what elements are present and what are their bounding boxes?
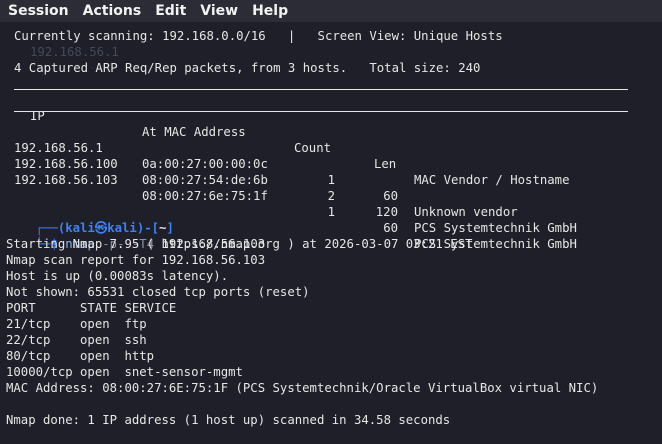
output-line: Host is up (0.00083s latency). (6, 269, 229, 283)
menu-view[interactable]: View (200, 3, 238, 19)
table-row: 192.168.56.1 0a:00:27:00:00:0c 1 60 Unkn… (14, 141, 518, 219)
table-header: IP At MAC Address Count Len MAC Vendor /… (0, 92, 662, 187)
divider-bottom (14, 111, 628, 112)
table-row: 192.168.56.103 08:00:27:6e:75:1f 1 60 PC… (14, 173, 577, 251)
menu-edit[interactable]: Edit (155, 3, 186, 19)
col-vendor: MAC Vendor / Hostname (414, 173, 570, 187)
terminal-output[interactable]: Currently scanning: 192.168.0.0/16 | Scr… (0, 22, 662, 444)
menu-session[interactable]: Session (8, 3, 69, 19)
output-line: Starting Nmap 7.95 ( https://nmap.org ) … (6, 237, 473, 251)
divider-top (14, 89, 628, 90)
port-row: 80/tcp open http (6, 349, 155, 363)
scan-status-line: Currently scanning: 192.168.0.0/16 | Scr… (14, 29, 503, 43)
packets-summary: 4 Captured ARP Req/Rep packets, from 3 h… (14, 61, 481, 75)
output-line: Nmap scan report for 192.168.56.103 (6, 253, 266, 267)
port-row: 22/tcp open ssh (6, 333, 147, 347)
menu-actions[interactable]: Actions (83, 3, 142, 19)
nmap-done-line: Nmap done: 1 IP address (1 host up) scan… (6, 413, 451, 427)
port-row: 21/tcp open ftp (6, 317, 147, 331)
table-row: 192.168.56.100 08:00:27:54:de:6b 2 120 P… (14, 157, 577, 235)
port-table-header: PORT STATE SERVICE (6, 301, 177, 315)
output-line: Not shown: 65531 closed tcp ports (reset… (6, 285, 310, 299)
menubar: Session Actions Edit View Help (0, 0, 662, 22)
menu-help[interactable]: Help (252, 3, 288, 19)
command-line[interactable]: └─$ nmap -p- -T4 192.168.56.103 (6, 220, 266, 251)
port-row: 10000/tcp open snet-sensor-mgmt (6, 365, 243, 379)
prompt-line: ┌──(kali㉿kali)-[~] (35, 221, 174, 235)
mac-address-line: MAC Address: 08:00:27:6E:75:1F (PCS Syst… (6, 381, 599, 395)
ghost-text: 192.168.56.1 (30, 45, 119, 59)
